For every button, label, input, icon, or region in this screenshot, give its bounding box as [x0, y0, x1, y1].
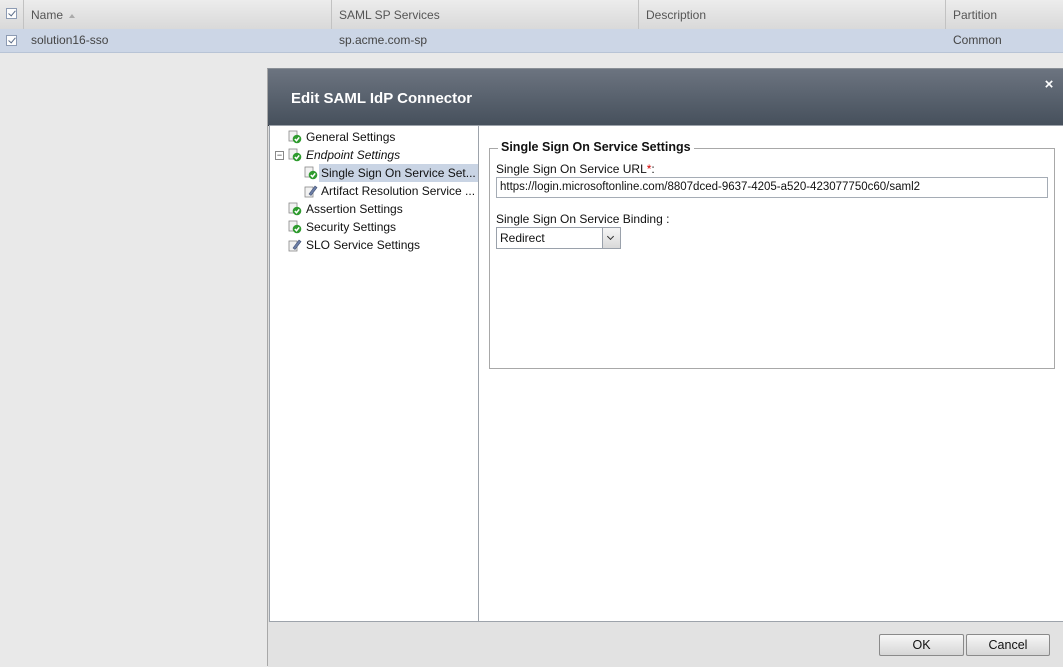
- table-row[interactable]: solution16-sso sp.acme.com-sp Common: [0, 29, 1063, 53]
- cancel-button[interactable]: Cancel: [966, 634, 1050, 656]
- settings-content: Single Sign On Service Settings Single S…: [479, 125, 1063, 622]
- tree-item-label: Endpoint Settings: [306, 148, 401, 162]
- ok-button[interactable]: OK: [879, 634, 964, 656]
- row-partition: Common: [953, 33, 1002, 47]
- label-colon: :: [651, 162, 655, 176]
- sso-binding-label: Single Sign On Service Binding :: [496, 212, 670, 226]
- column-header-description[interactable]: Description: [639, 0, 946, 29]
- sso-binding-value: Redirect: [500, 231, 545, 245]
- row-checkbox[interactable]: [6, 35, 17, 46]
- folder-status-ok-icon: [288, 148, 302, 162]
- column-header-partition-label: Partition: [953, 8, 998, 22]
- close-icon[interactable]: ×: [1042, 77, 1056, 92]
- sso-service-settings-group: Single Sign On Service Settings Single S…: [489, 140, 1055, 369]
- dialog-footer: OK Cancel: [268, 622, 1063, 667]
- tree-item-label: Single Sign On Service Set...: [319, 164, 478, 182]
- settings-tree: General Settings − Endpoint Settings Sin…: [269, 125, 479, 622]
- sso-url-input[interactable]: https://login.microsoftonline.com/8807dc…: [496, 177, 1048, 198]
- dialog-title-bar[interactable]: Edit SAML IdP Connector ×: [268, 69, 1063, 126]
- column-header-name[interactable]: Name: [24, 0, 332, 29]
- tree-item-label: Artifact Resolution Service ...: [321, 184, 476, 198]
- chevron-down-icon[interactable]: [602, 228, 620, 248]
- sso-url-label-text: Single Sign On Service URL: [496, 162, 647, 176]
- grid-header: Name SAML SP Services Description Partit…: [0, 0, 1063, 30]
- tree-item-label: Security Settings: [306, 220, 397, 234]
- status-ok-icon: [288, 220, 302, 234]
- collapse-icon[interactable]: −: [275, 151, 284, 160]
- column-header-name-label: Name: [31, 8, 64, 22]
- status-ok-icon: [288, 202, 302, 216]
- row-description: [639, 29, 646, 52]
- row-sp-services: sp.acme.com-sp: [339, 33, 428, 47]
- status-ok-icon: [304, 166, 318, 180]
- tree-item-label: General Settings: [306, 130, 396, 144]
- edit-pencil-icon: [288, 239, 302, 252]
- column-header-sp-services-label: SAML SP Services: [339, 8, 440, 22]
- select-all-header[interactable]: [0, 0, 24, 29]
- status-ok-icon: [288, 130, 302, 144]
- tree-item-label: SLO Service Settings: [306, 238, 421, 252]
- edit-saml-idp-connector-dialog: Edit SAML IdP Connector × General Settin…: [267, 68, 1063, 667]
- select-all-checkbox[interactable]: [6, 8, 17, 19]
- column-header-sp-services[interactable]: SAML SP Services: [332, 0, 639, 29]
- tree-item-label: Assertion Settings: [306, 202, 403, 216]
- column-header-description-label: Description: [646, 8, 707, 22]
- section-title: Single Sign On Service Settings: [498, 140, 694, 154]
- sort-ascending-icon: [69, 13, 76, 18]
- row-name[interactable]: solution16-sso: [24, 29, 108, 52]
- sso-binding-select[interactable]: Redirect: [496, 227, 621, 249]
- sso-url-label: Single Sign On Service URL*:: [496, 162, 655, 176]
- column-header-partition[interactable]: Partition: [946, 0, 1063, 29]
- dialog-title: Edit SAML IdP Connector: [291, 90, 473, 107]
- edit-pencil-icon: [304, 185, 318, 198]
